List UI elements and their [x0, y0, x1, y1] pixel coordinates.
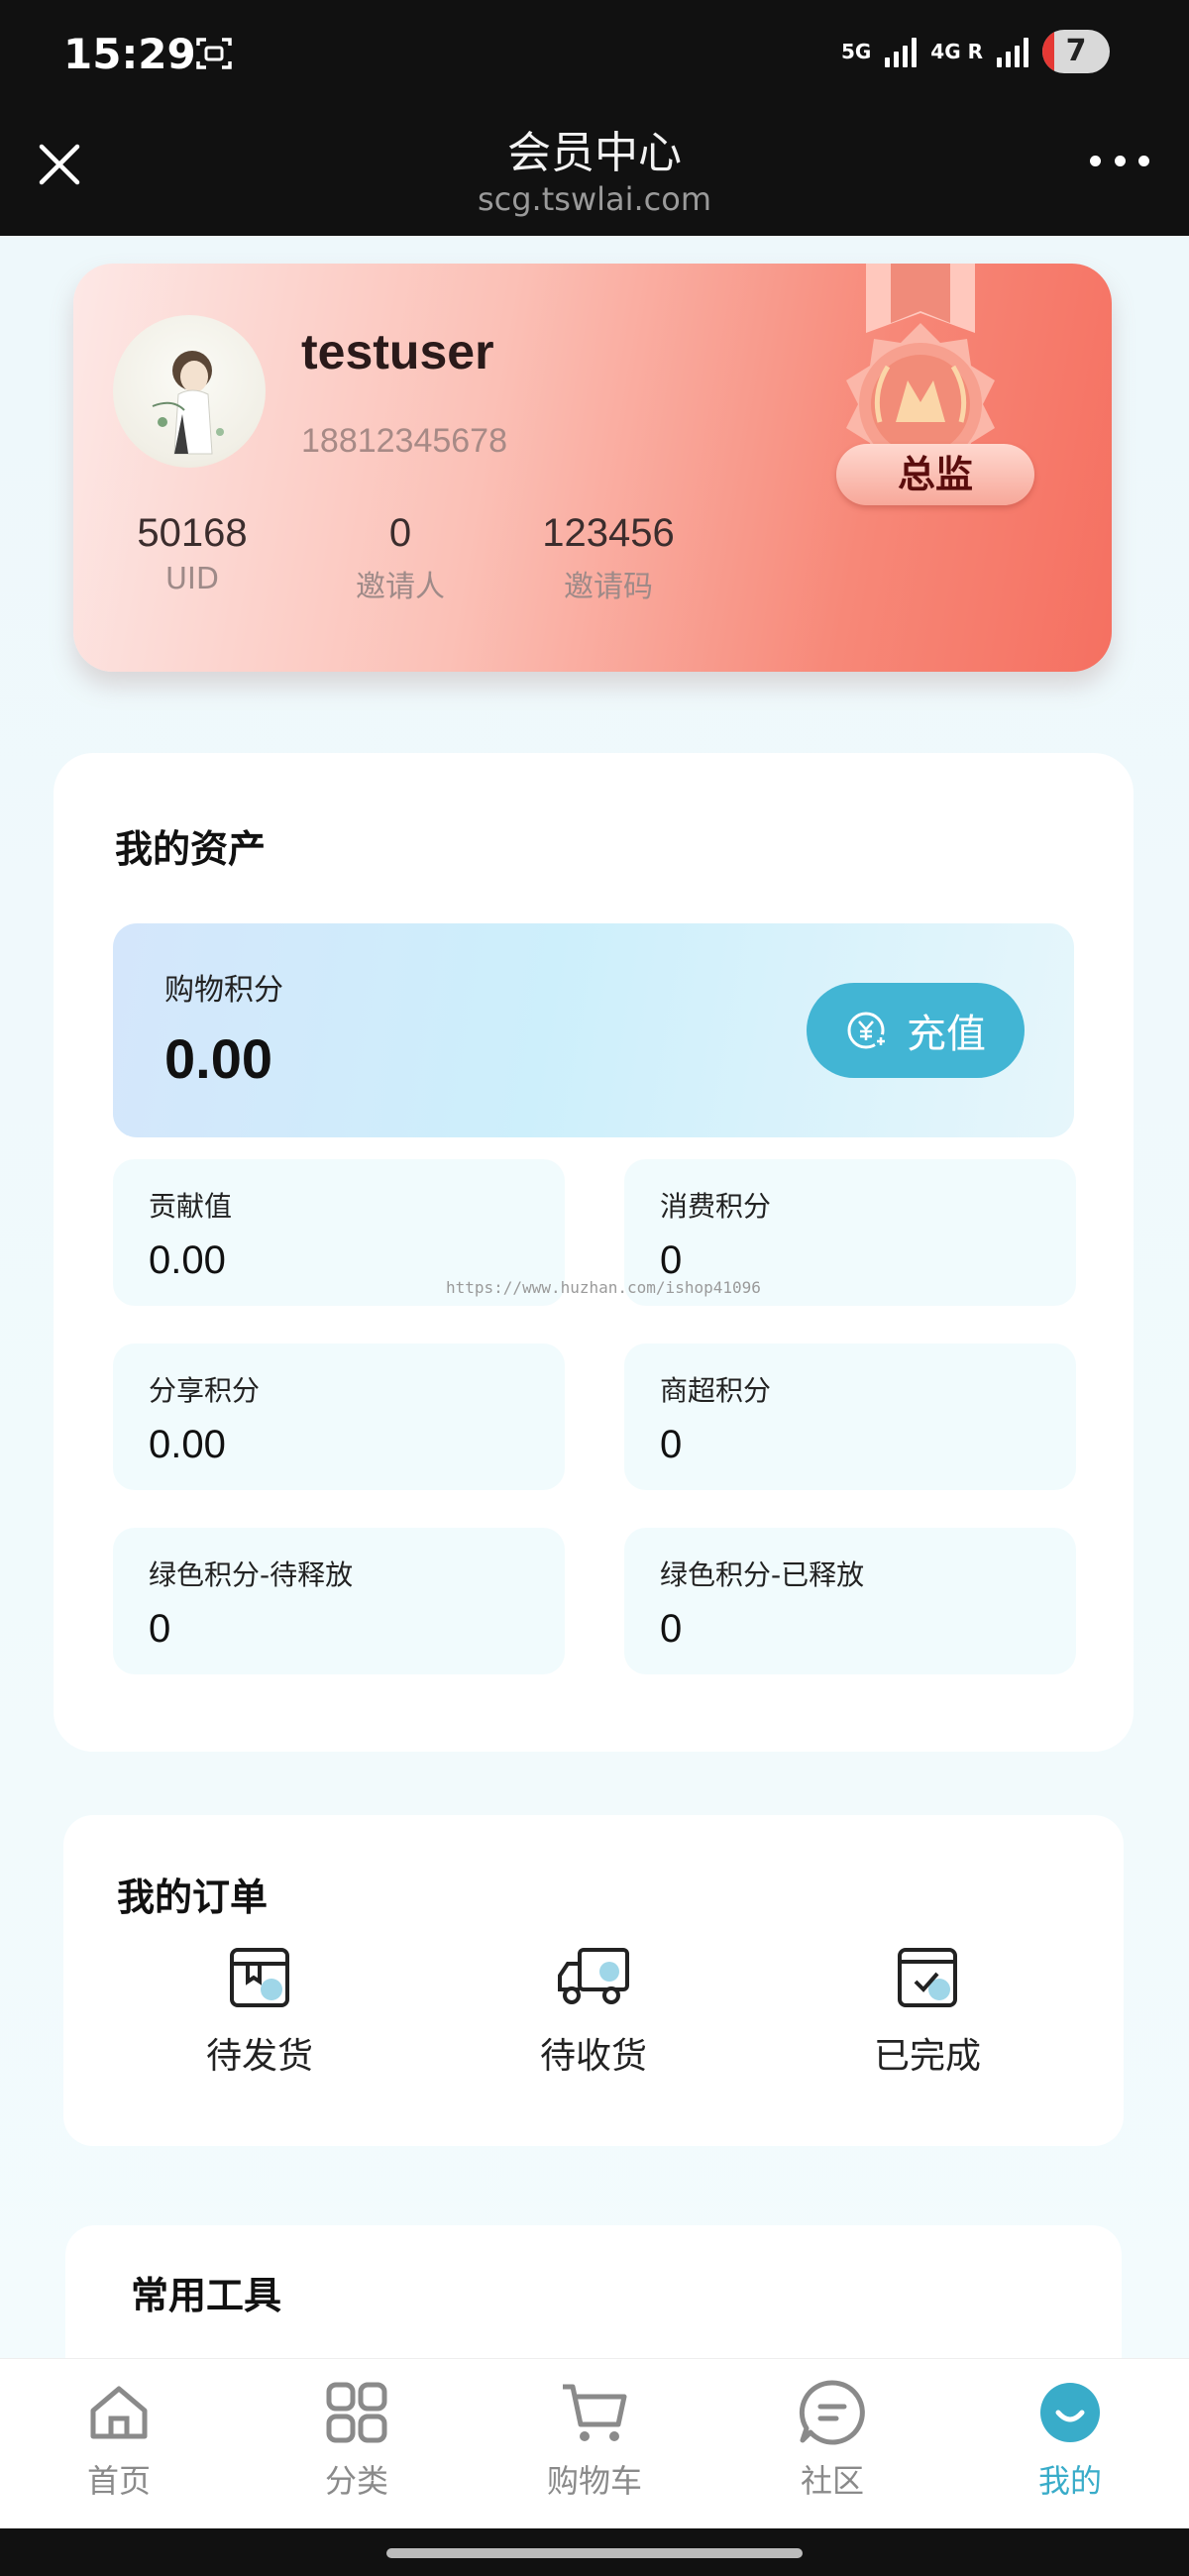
asset-value: 0	[660, 1423, 683, 1466]
stat-inviter: 0 邀请人	[301, 511, 499, 605]
asset-label: 绿色积分-待释放	[149, 1558, 354, 1591]
asset-green-released[interactable]: 绿色积分-已释放 0	[624, 1528, 1076, 1674]
asset-label: 商超积分	[660, 1374, 772, 1407]
battery-level: 7	[1065, 34, 1087, 68]
battery-icon: 7	[1042, 30, 1110, 73]
recharge-label: 充值	[907, 1012, 986, 1057]
network-5g-label: 5G	[840, 40, 872, 63]
stat-label: 邀请人	[356, 570, 445, 604]
signal-group: 5G 4G R 7	[841, 30, 1110, 73]
member-level-badge: 总监	[836, 444, 1034, 505]
asset-value: 0	[660, 1607, 683, 1651]
recharge-button[interactable]: 充值	[807, 983, 1025, 1078]
stat-label: 邀请码	[564, 570, 653, 604]
tab-label: 分类	[324, 2462, 388, 2500]
tab-category[interactable]: 分类	[258, 2377, 456, 2502]
stat-label: UID	[165, 562, 219, 596]
assets-title: 我的资产	[115, 827, 267, 871]
asset-value: 0	[660, 1238, 683, 1282]
assets-card: 我的资产 购物积分 0.00 充值 贡献值 0.00 消费积分 0 分享积分 0…	[54, 753, 1134, 1752]
tab-mine[interactable]: 我的	[971, 2377, 1169, 2502]
phone-number: 18812345678	[301, 422, 508, 460]
profile-icon	[1040, 2383, 1100, 2442]
chat-icon	[799, 2380, 865, 2445]
home-icon	[90, 2386, 148, 2439]
signal-icon	[997, 36, 1028, 67]
status-time: 15:29	[63, 30, 196, 78]
tab-label: 购物车	[546, 2462, 642, 2500]
tools-title: 常用工具	[131, 2274, 282, 2317]
order-pending-shipment[interactable]: 待发货	[141, 1944, 378, 2079]
avatar[interactable]	[113, 315, 266, 468]
asset-label: 绿色积分-已释放	[660, 1558, 865, 1591]
tab-label: 社区	[800, 2462, 864, 2500]
order-label: 待收货	[539, 2036, 647, 2077]
order-completed[interactable]: 已完成	[809, 1944, 1046, 2079]
asset-green-pending[interactable]: 绿色积分-待释放 0	[113, 1528, 565, 1674]
grid-icon	[326, 2382, 387, 2443]
package-icon	[230, 1948, 289, 2007]
signal-icon	[885, 36, 918, 67]
shopping-points-value: 0.00	[164, 1027, 272, 1090]
tab-home[interactable]: 首页	[20, 2377, 218, 2502]
more-options-icon[interactable]	[1090, 151, 1149, 170]
stat-uid: 50168 UID	[93, 511, 291, 596]
yuan-coin-icon	[847, 1012, 888, 1049]
shopping-points-label: 购物积分	[164, 973, 283, 1008]
asset-value: 0.00	[149, 1423, 226, 1466]
shopping-points-box: 购物积分 0.00 充值	[113, 923, 1074, 1137]
asset-value: 0.00	[149, 1238, 226, 1282]
tools-card: 常用工具	[65, 2225, 1122, 2358]
asset-label: 贡献值	[149, 1190, 233, 1223]
network-4g-label: 4G R	[930, 40, 983, 63]
asset-supermarket-points[interactable]: 商超积分 0	[624, 1343, 1076, 1490]
asset-value: 0	[149, 1607, 171, 1651]
cart-icon	[563, 2384, 627, 2441]
bottom-tab-bar: 首页 分类 购物车 社区 我的	[0, 2358, 1189, 2528]
watermark-text: https://www.huzhan.com/ishop41096	[446, 1278, 761, 1297]
check-box-icon	[898, 1948, 957, 2007]
tab-community[interactable]: 社区	[733, 2377, 931, 2502]
title-bar: 会员中心 scg.tswlai.com	[0, 111, 1189, 236]
asset-label: 分享积分	[149, 1374, 261, 1407]
asset-share-points[interactable]: 分享积分 0.00	[113, 1343, 565, 1490]
order-label: 已完成	[873, 2036, 981, 2077]
system-nav-bar	[0, 2528, 1189, 2576]
orders-title: 我的订单	[117, 1876, 269, 1919]
stat-invite-code: 123456 邀请码	[509, 511, 707, 605]
tab-cart[interactable]: 购物车	[495, 2377, 694, 2502]
order-pending-receipt[interactable]: 待收货	[475, 1944, 712, 2079]
order-label: 待发货	[205, 2036, 313, 2077]
medal-icon	[846, 264, 995, 485]
tab-label: 我的	[1037, 2462, 1102, 2500]
stat-value: 0	[388, 511, 412, 555]
avatar-illustration	[152, 351, 224, 455]
tab-label: 首页	[86, 2462, 151, 2500]
screenshot-icon	[196, 38, 232, 69]
home-indicator[interactable]	[386, 2548, 803, 2558]
status-bar: 15:29 5G 4G R 7	[0, 0, 1189, 111]
orders-card: 我的订单 待发货 待收货 已完成	[63, 1815, 1124, 2146]
username: testuser	[301, 324, 494, 379]
truck-icon	[558, 1948, 629, 2004]
stat-value: 123456	[542, 511, 675, 555]
page-url: scg.tswlai.com	[477, 180, 712, 218]
asset-label: 消费积分	[660, 1190, 772, 1223]
stat-value: 50168	[137, 511, 248, 555]
page-title: 会员中心	[507, 128, 682, 178]
page-content: testuser 18812345678 50168 UID 0 邀请人 123…	[0, 236, 1189, 2358]
member-card: testuser 18812345678 50168 UID 0 邀请人 123…	[73, 264, 1112, 672]
